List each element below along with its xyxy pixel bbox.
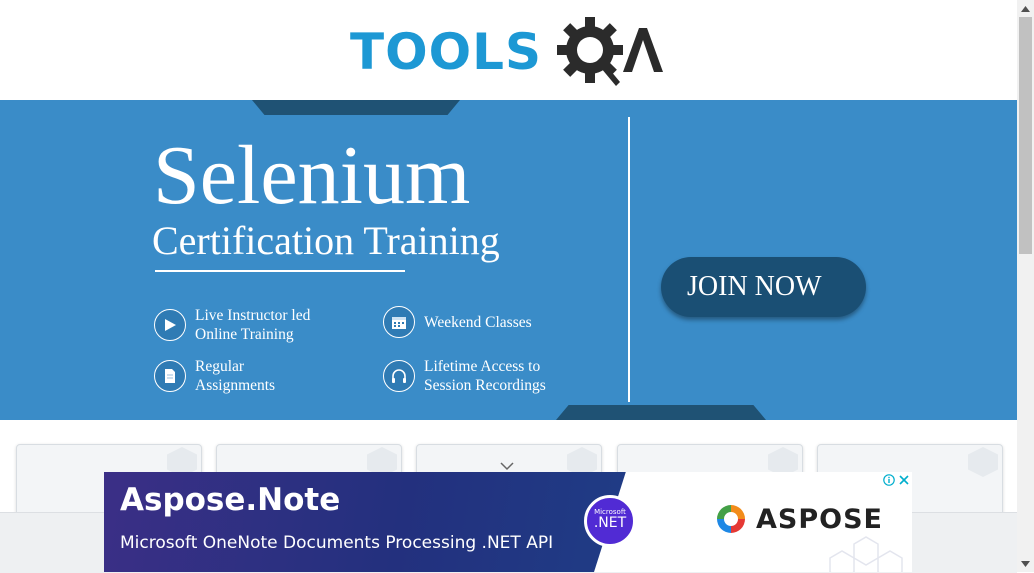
vertical-scrollbar[interactable] [1017, 0, 1034, 572]
scrollbar-thumb[interactable] [1019, 17, 1032, 254]
banner-subtitle: Certification Training [152, 218, 500, 263]
logo-gear-icon [555, 14, 675, 99]
title-underline [155, 270, 405, 272]
hexagon-pattern-icon [968, 447, 998, 477]
feature-label: Regular Assignments [195, 358, 276, 394]
ad-subtitle: Microsoft OneNote Documents Processing .… [120, 533, 554, 553]
aspose-brand: ASPOSE [756, 503, 883, 535]
headphones-icon [383, 360, 415, 392]
aspose-ad[interactable]: Aspose.Note Microsoft OneNote Documents … [104, 472, 912, 572]
play-icon [154, 309, 186, 341]
calendar-icon [383, 306, 415, 338]
ad-controls [881, 472, 912, 488]
feature-assignments: Regular Assignments [154, 357, 275, 395]
feature-label: Lifetime Access to Session Recordings [424, 358, 546, 394]
ad-info-icon[interactable] [881, 472, 896, 488]
scroll-down-arrow-icon[interactable] [1017, 555, 1034, 572]
aspose-logo: ASPOSE [714, 502, 883, 536]
ad-title: Aspose.Note [120, 482, 341, 518]
aspose-swirl-icon [717, 505, 745, 533]
ad-close-icon[interactable] [896, 472, 911, 488]
feature-lifetime-access: Lifetime Access to Session Recordings [383, 357, 546, 395]
scroll-up-arrow-icon[interactable] [1017, 0, 1034, 17]
toolsqa-logo[interactable]: TOOLS [350, 14, 680, 94]
feature-label: Weekend Classes [424, 313, 532, 331]
feature-live-training: Live Instructor led Online Training [154, 306, 310, 344]
site-header: TOOLS [0, 0, 1017, 100]
dotnet-badge-icon: Microsoft .NET [584, 495, 636, 547]
selenium-training-banner[interactable]: Selenium Certification Training Live Ins… [0, 100, 1017, 420]
feature-weekend-classes: Weekend Classes [383, 306, 532, 338]
banner-top-stripe [252, 100, 460, 115]
banner-divider [628, 117, 630, 402]
logo-text: TOOLS [350, 23, 542, 81]
banner-title: Selenium [153, 129, 471, 222]
feature-label: Live Instructor led Online Training [195, 307, 311, 343]
join-now-button[interactable]: JOIN NOW [661, 257, 866, 317]
document-icon [154, 360, 186, 392]
badge-big-text: .NET [593, 515, 627, 531]
banner-bottom-stripe [556, 405, 766, 420]
